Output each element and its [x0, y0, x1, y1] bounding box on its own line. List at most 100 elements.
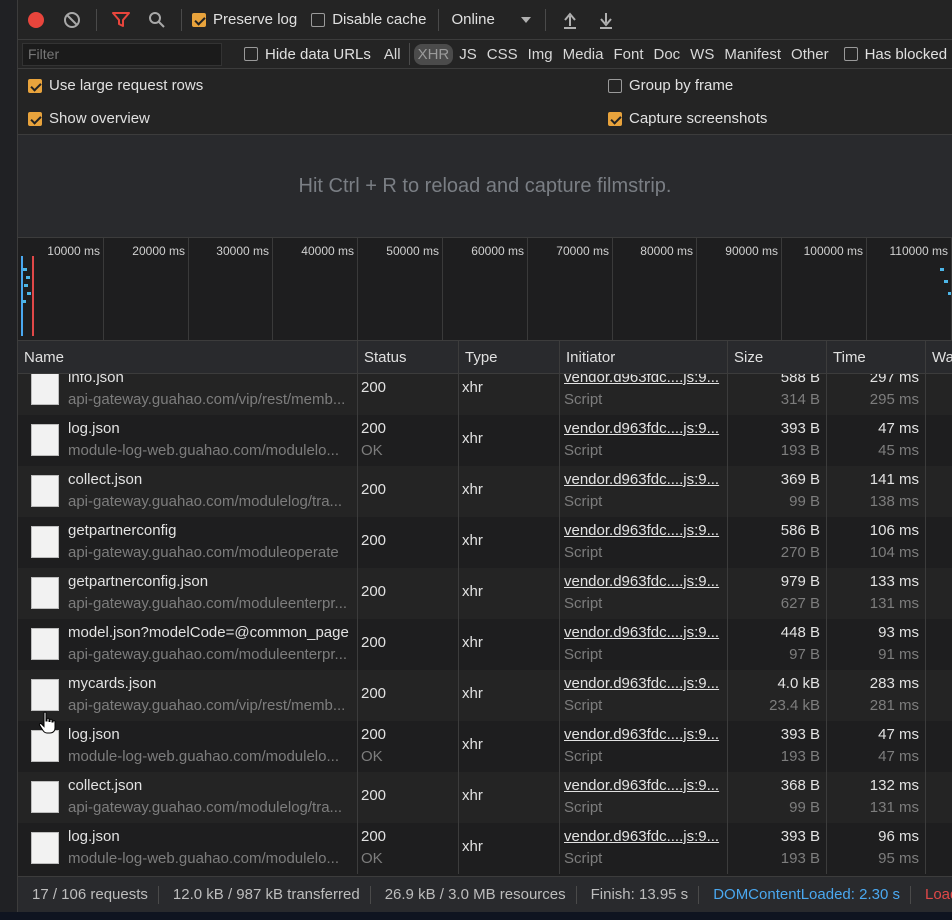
name-cell[interactable]: info.json api-gateway.guahao.com/vip/res…	[18, 374, 358, 415]
use-large-rows-checkbox[interactable]: Use large request rows	[28, 77, 203, 94]
hide-data-urls-check[interactable]	[244, 47, 258, 61]
timeline-tick: 50000 ms	[386, 238, 443, 340]
initiator-link[interactable]: vendor.d963fdc....js:9...	[564, 777, 719, 794]
name-cell[interactable]: log.json module-log-web.guahao.com/modul…	[18, 721, 358, 772]
column-header-type[interactable]: Type	[459, 341, 560, 374]
column-header-time[interactable]: Time	[827, 341, 926, 374]
table-row[interactable]: getpartnerconfig.json api-gateway.guahao…	[18, 568, 952, 619]
column-header-size[interactable]: Size	[728, 341, 827, 374]
column-header-status[interactable]: Status	[358, 341, 459, 374]
name-cell[interactable]: getpartnerconfig api-gateway.guahao.com/…	[18, 517, 358, 568]
status-text: OK	[361, 850, 383, 867]
initiator-link[interactable]: vendor.d963fdc....js:9...	[564, 522, 719, 539]
toolbar-divider	[96, 8, 97, 31]
preserve-log-checkbox[interactable]: Preserve log	[192, 11, 297, 28]
disable-cache-check[interactable]	[311, 12, 326, 27]
resource-size: 314 B	[780, 391, 820, 408]
name-cell[interactable]: mycards.json api-gateway.guahao.com/vip/…	[18, 670, 358, 721]
timeline-tick-label: 100000 ms	[803, 244, 863, 258]
filter-type-media[interactable]: Media	[559, 44, 608, 65]
filter-type-js[interactable]: JS	[455, 44, 481, 65]
transfer-size: 369 B	[780, 471, 820, 488]
table-row[interactable]: getpartnerconfig api-gateway.guahao.com/…	[18, 517, 952, 568]
status-cell: 200	[358, 619, 459, 670]
size-cell: 979 B 627 B	[728, 568, 827, 619]
clear-icon[interactable]	[54, 0, 90, 40]
search-icon[interactable]	[139, 0, 175, 40]
use-large-rows-check[interactable]	[28, 78, 42, 93]
group-by-frame-check[interactable]	[608, 78, 622, 93]
table-row[interactable]: model.json?modelCode=@common_page api-ga…	[18, 619, 952, 670]
group-by-frame-checkbox[interactable]: Group by frame	[608, 77, 733, 94]
filter-type-xhr[interactable]: XHR	[413, 43, 454, 65]
latency-time: 47 ms	[878, 748, 919, 765]
transfer-size: 586 B	[780, 522, 820, 539]
initiator-cell: vendor.d963fdc....js:9... Script	[560, 568, 728, 619]
table-row[interactable]: collect.json api-gateway.guahao.com/modu…	[18, 772, 952, 823]
initiator-link[interactable]: vendor.d963fdc....js:9...	[564, 471, 719, 488]
table-row[interactable]: collect.json api-gateway.guahao.com/modu…	[18, 466, 952, 517]
table-row[interactable]: log.json module-log-web.guahao.com/modul…	[18, 721, 952, 772]
record-icon[interactable]	[18, 0, 54, 40]
waterfall-cell	[926, 466, 952, 517]
filter-type-css[interactable]: CSS	[483, 44, 522, 65]
capture-screenshots-check[interactable]	[608, 111, 622, 126]
time-cell: 133 ms 131 ms	[827, 568, 926, 619]
filter-type-doc[interactable]: Doc	[649, 44, 684, 65]
initiator-link[interactable]: vendor.d963fdc....js:9...	[564, 573, 719, 590]
export-icon[interactable]	[588, 0, 624, 40]
name-cell[interactable]: getpartnerconfig.json api-gateway.guahao…	[18, 568, 358, 619]
column-header-waterfall[interactable]: Waterfall	[926, 341, 952, 374]
left-panel-edge	[0, 0, 18, 920]
capture-screenshots-checkbox[interactable]: Capture screenshots	[608, 110, 767, 127]
initiator-link[interactable]: vendor.d963fdc....js:9...	[564, 374, 719, 386]
status-cell: 200	[358, 568, 459, 619]
show-overview-checkbox[interactable]: Show overview	[28, 110, 150, 127]
table-row[interactable]: mycards.json api-gateway.guahao.com/vip/…	[18, 670, 952, 721]
has-blocked-check[interactable]	[843, 47, 858, 61]
has-blocked-checkbox[interactable]: Has blocked	[843, 46, 947, 63]
hide-data-urls-checkbox[interactable]: Hide data URLs	[244, 46, 371, 63]
filter-type-all[interactable]: All	[380, 44, 405, 65]
show-overview-check[interactable]	[28, 111, 42, 126]
size-cell: 393 B 193 B	[728, 823, 827, 874]
import-icon[interactable]	[552, 0, 588, 40]
overview-timeline[interactable]: 10000 ms 20000 ms 30000 ms 40000 ms 50000 ms…	[18, 238, 952, 341]
initiator-link[interactable]: vendor.d963fdc....js:9...	[564, 828, 719, 845]
name-cell[interactable]: model.json?modelCode=@common_page api-ga…	[18, 619, 358, 670]
transfer-size: 4.0 kB	[777, 675, 820, 692]
name-cell[interactable]: log.json module-log-web.guahao.com/modul…	[18, 415, 358, 466]
filter-type-other[interactable]: Other	[787, 44, 833, 65]
initiator-link[interactable]: vendor.d963fdc....js:9...	[564, 624, 719, 641]
filter-type-font[interactable]: Font	[609, 44, 647, 65]
name-cell[interactable]: collect.json api-gateway.guahao.com/modu…	[18, 772, 358, 823]
table-row[interactable]: log.json module-log-web.guahao.com/modul…	[18, 823, 952, 874]
latency-time: 95 ms	[878, 850, 919, 867]
name-cell[interactable]: log.json module-log-web.guahao.com/modul…	[18, 823, 358, 874]
name-cell[interactable]: collect.json api-gateway.guahao.com/modu…	[18, 466, 358, 517]
time-cell: 93 ms 91 ms	[827, 619, 926, 670]
status-code: 200	[361, 420, 387, 437]
table-row[interactable]: log.json module-log-web.guahao.com/modul…	[18, 415, 952, 466]
initiator-link[interactable]: vendor.d963fdc....js:9...	[564, 420, 719, 437]
table-row[interactable]: info.json api-gateway.guahao.com/vip/res…	[18, 374, 952, 415]
total-time: 96 ms	[878, 828, 919, 845]
disable-cache-checkbox[interactable]: Disable cache	[311, 11, 426, 28]
filter-input[interactable]	[22, 42, 222, 66]
initiator-cell: vendor.d963fdc....js:9... Script	[560, 619, 728, 670]
column-header-initiator[interactable]: Initiator	[560, 341, 728, 374]
waterfall-cell	[926, 823, 952, 874]
filter-type-img[interactable]: Img	[524, 44, 557, 65]
type-cell: xhr	[459, 374, 560, 415]
filter-type-ws[interactable]: WS	[686, 44, 718, 65]
initiator-link[interactable]: vendor.d963fdc....js:9...	[564, 675, 719, 692]
initiator-link[interactable]: vendor.d963fdc....js:9...	[564, 726, 719, 743]
column-header-name[interactable]: Name	[18, 341, 358, 374]
filter-type-manifest[interactable]: Manifest	[720, 44, 785, 65]
transfer-size: 393 B	[780, 726, 820, 743]
preserve-log-check[interactable]	[192, 12, 206, 27]
filter-icon[interactable]	[103, 0, 139, 40]
throttling-select[interactable]: Online	[445, 11, 537, 28]
request-type: xhr	[462, 532, 483, 549]
initiator-type: Script	[564, 442, 603, 459]
